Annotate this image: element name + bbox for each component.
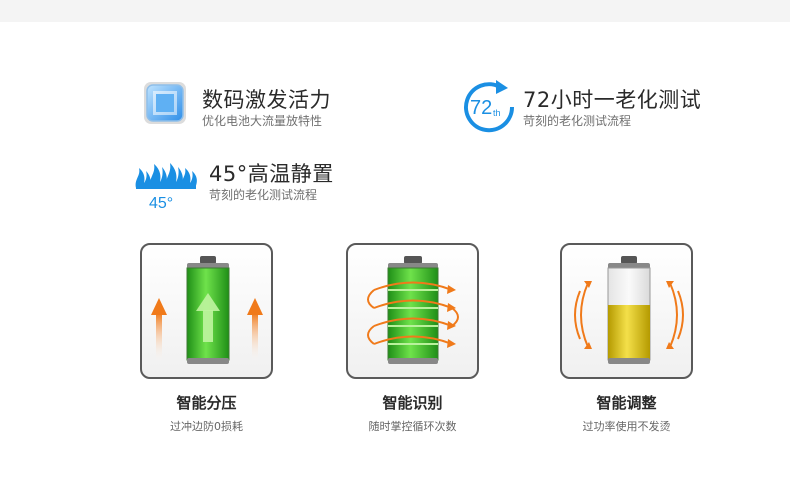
card-smart-voltage bbox=[140, 243, 273, 379]
card-subtitle: 过冲边防0损耗 bbox=[170, 420, 243, 433]
card-subtitle: 随时掌控循环次数 bbox=[368, 420, 457, 433]
card-smart-adjustment bbox=[560, 243, 693, 379]
card-title: 智能分压 bbox=[176, 394, 237, 412]
feature-subtitle: 优化电池大流量放特性 bbox=[202, 114, 323, 128]
72h-cycle-icon: 72 th bbox=[464, 80, 515, 133]
battery-half-icon bbox=[574, 256, 684, 364]
cycle-number: 72 bbox=[470, 97, 492, 119]
feature-title: 45°高温静置 bbox=[209, 162, 334, 186]
feature-subtitle: 苛刻的老化测试流程 bbox=[209, 188, 318, 202]
card-smart-recognition bbox=[346, 243, 479, 379]
card-subtitle: 过功率使用不发烫 bbox=[582, 420, 671, 433]
top-band bbox=[0, 0, 790, 22]
temperature-label: 45° bbox=[149, 195, 173, 212]
feature-title: 数码激发活力 bbox=[202, 88, 331, 112]
feature-subtitle: 苛刻的老化测试流程 bbox=[523, 114, 632, 128]
card-title: 智能调整 bbox=[596, 394, 657, 412]
card-title: 智能识别 bbox=[382, 394, 443, 412]
battery-up-arrows-icon bbox=[151, 256, 263, 364]
feature-title: 72小时一老化测试 bbox=[523, 88, 702, 112]
chip-icon bbox=[144, 82, 186, 124]
flame-icon: 45° bbox=[135, 163, 197, 212]
battery-cycle-icon bbox=[367, 256, 459, 364]
cycle-sup: th bbox=[493, 108, 501, 118]
